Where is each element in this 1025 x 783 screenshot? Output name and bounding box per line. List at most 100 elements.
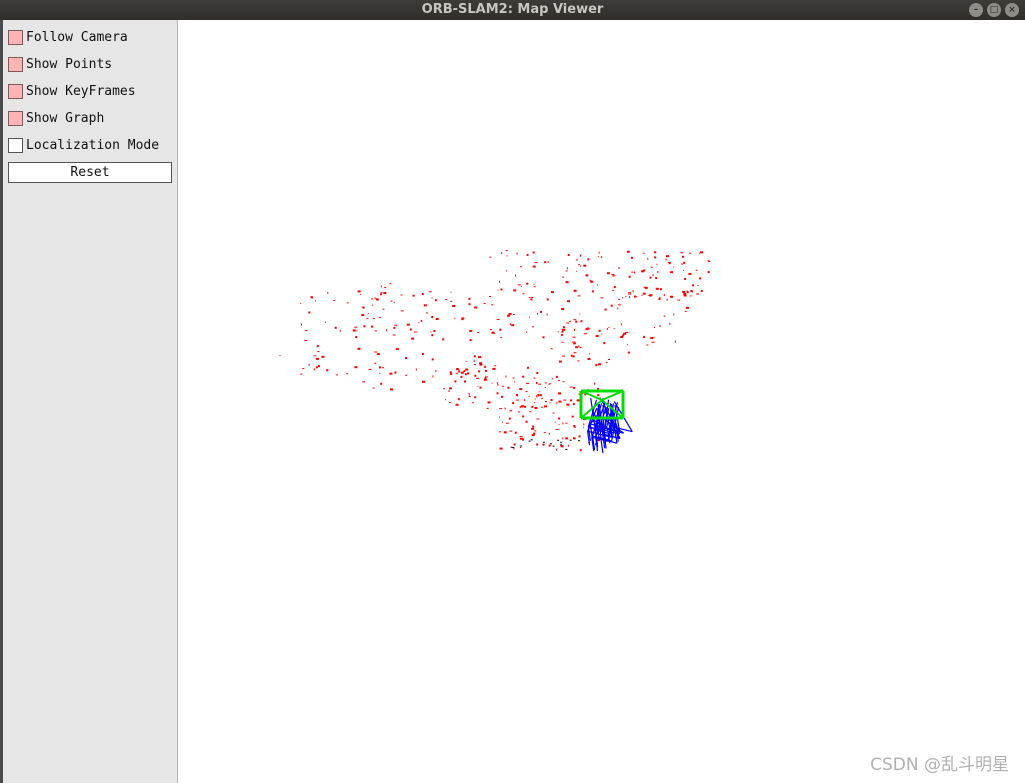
map-point	[536, 418, 540, 420]
map-point	[549, 402, 551, 404]
map-point	[575, 346, 579, 349]
map-point	[569, 386, 573, 388]
map-point	[380, 293, 383, 296]
map-point	[570, 399, 572, 402]
map-point	[461, 317, 465, 320]
map-point	[632, 290, 634, 293]
map-point	[423, 304, 427, 307]
map-point	[561, 341, 564, 343]
map-point	[572, 336, 576, 338]
map-point	[379, 366, 381, 369]
map-point	[477, 385, 479, 387]
map-point	[409, 328, 412, 331]
map-point	[696, 293, 699, 295]
map-point	[448, 390, 450, 392]
map-point	[452, 305, 456, 307]
map-point	[657, 271, 659, 273]
map-point	[578, 440, 580, 442]
map-point	[308, 311, 311, 314]
map-viewport[interactable]	[179, 20, 1025, 783]
show-points-checkbox[interactable]	[8, 56, 23, 72]
map-point	[301, 323, 302, 326]
map-point	[379, 372, 381, 374]
map-point	[566, 322, 570, 324]
map-point	[501, 421, 503, 423]
map-point	[642, 252, 645, 254]
map-point	[420, 319, 422, 322]
map-point	[560, 333, 563, 336]
map-point	[473, 364, 476, 365]
map-point	[494, 365, 497, 367]
map-point	[483, 303, 486, 304]
map-point	[576, 270, 578, 272]
map-point	[573, 352, 577, 354]
map-point	[500, 337, 503, 339]
show-keyframes-checkbox[interactable]	[8, 83, 23, 99]
map-point	[690, 290, 693, 292]
map-point	[304, 340, 308, 342]
map-point	[505, 422, 509, 424]
option-follow-camera[interactable]: Follow Camera	[8, 28, 128, 46]
map-point	[491, 304, 494, 306]
map-point	[583, 426, 585, 428]
map-point	[650, 266, 653, 268]
maximize-icon[interactable]: □	[987, 3, 1001, 17]
map-point	[695, 269, 698, 271]
map-point	[531, 326, 534, 328]
map-point	[469, 329, 473, 332]
map-point	[598, 363, 601, 366]
map-point	[425, 312, 428, 314]
close-icon[interactable]: ×	[1005, 3, 1019, 17]
map-point	[536, 372, 539, 374]
map-point	[578, 345, 580, 348]
map-point	[478, 356, 482, 359]
map-point	[544, 401, 547, 403]
map-point	[669, 322, 671, 325]
map-point	[552, 412, 555, 414]
map-point	[442, 338, 445, 341]
map-point	[501, 395, 503, 398]
localization-mode-checkbox[interactable]	[8, 137, 23, 153]
map-point	[460, 375, 463, 378]
map-point	[562, 328, 566, 331]
map-point	[522, 293, 525, 295]
map-point	[308, 363, 310, 366]
map-point	[512, 447, 515, 449]
map-point	[376, 353, 380, 356]
map-canvas[interactable]	[179, 20, 1025, 783]
option-show-graph[interactable]: Show Graph	[8, 109, 104, 127]
map-point	[659, 325, 661, 327]
follow-camera-checkbox[interactable]	[8, 29, 23, 45]
map-point	[357, 290, 361, 293]
map-point	[683, 261, 686, 264]
map-point	[520, 266, 523, 268]
map-point	[531, 434, 535, 436]
map-point	[478, 370, 481, 373]
reset-button[interactable]: Reset	[8, 162, 172, 183]
map-point	[522, 375, 525, 378]
map-point	[450, 300, 453, 302]
map-point	[491, 382, 493, 384]
map-point	[653, 327, 655, 328]
map-point	[392, 334, 396, 336]
option-show-points[interactable]: Show Points	[8, 55, 112, 73]
map-point	[412, 294, 415, 297]
map-point	[567, 254, 570, 256]
map-point	[520, 286, 522, 288]
map-point	[684, 310, 687, 312]
option-localization-mode[interactable]: Localization Mode	[8, 136, 159, 154]
map-point	[302, 368, 305, 369]
show-graph-checkbox[interactable]	[8, 110, 23, 126]
map-point	[431, 297, 433, 299]
option-show-keyframes[interactable]: Show KeyFrames	[8, 82, 136, 100]
minimize-icon[interactable]: –	[969, 3, 983, 17]
map-point	[418, 322, 420, 324]
map-point	[628, 275, 631, 278]
map-point	[565, 422, 568, 424]
map-point	[503, 431, 507, 434]
map-point	[546, 298, 549, 301]
map-point	[517, 284, 521, 286]
map-point	[380, 292, 383, 294]
map-point	[555, 448, 557, 451]
map-point	[660, 288, 662, 291]
